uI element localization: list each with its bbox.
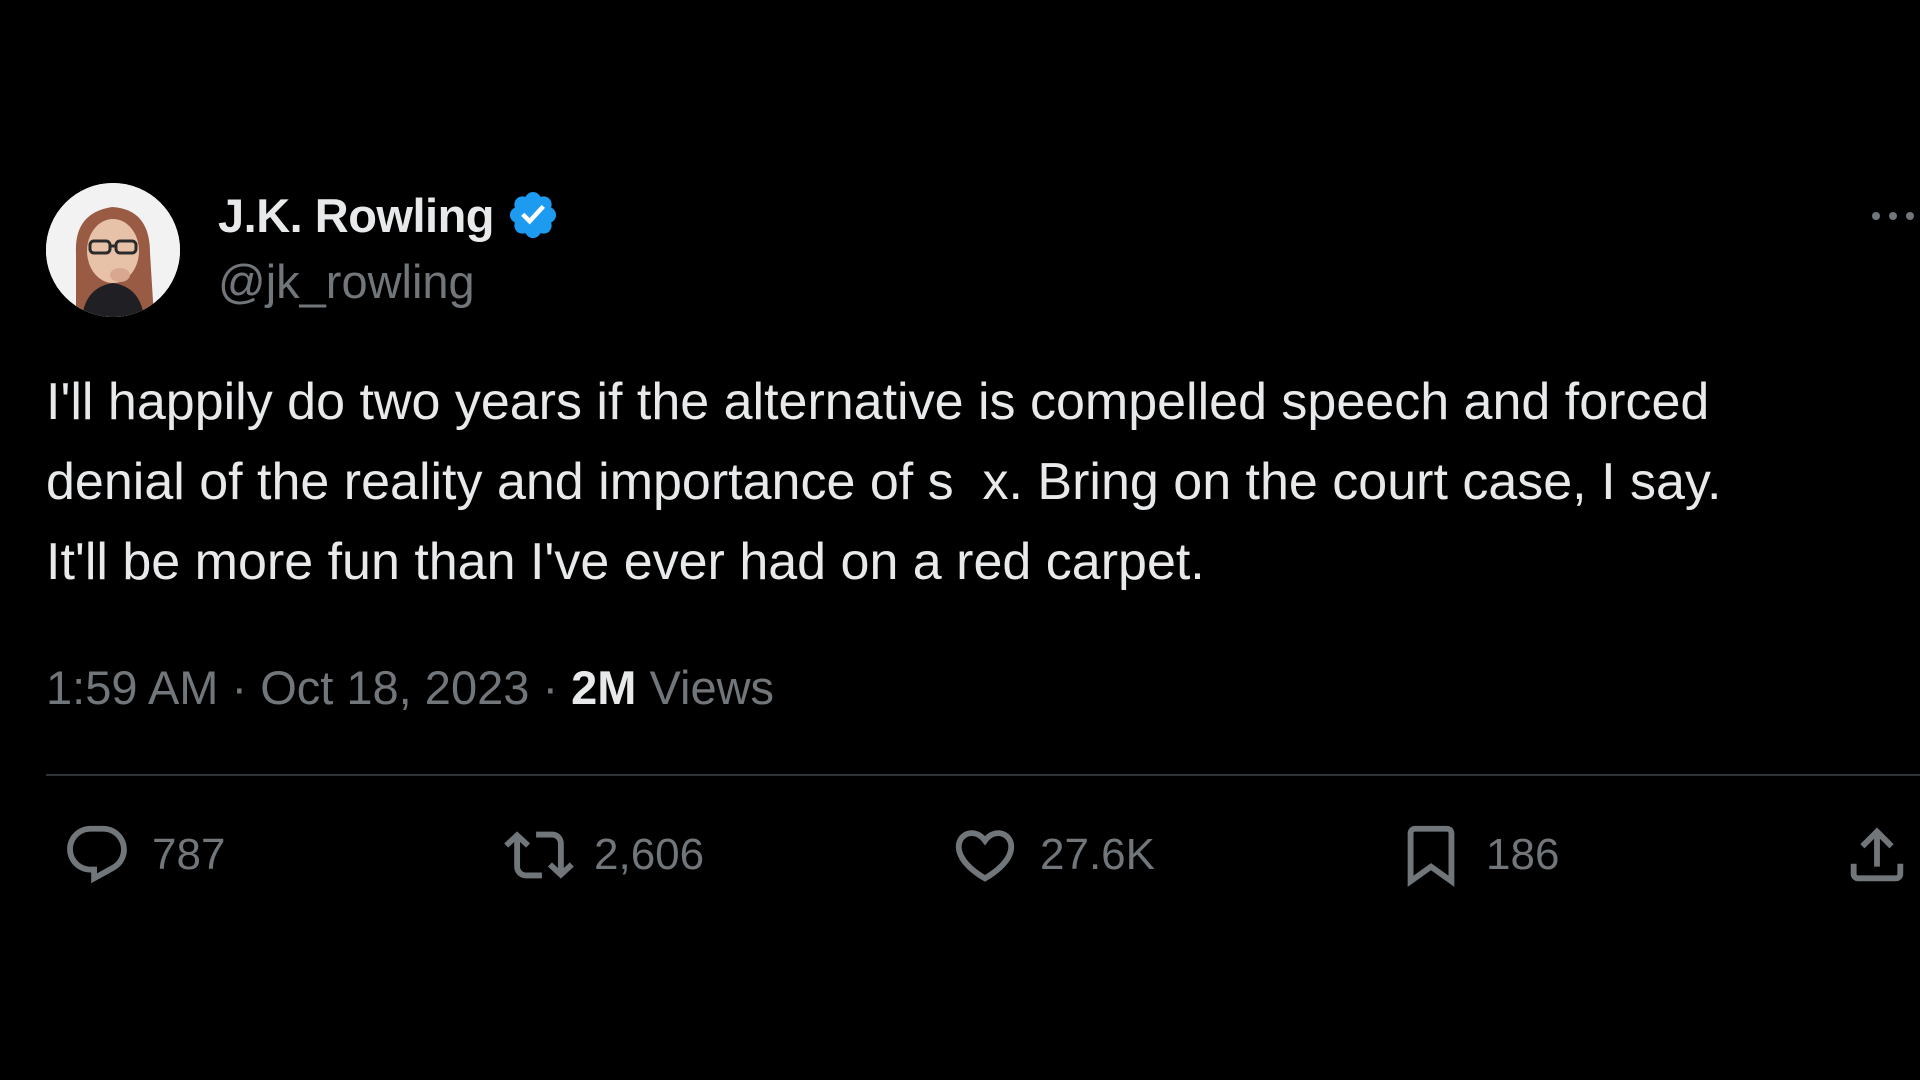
tweet-text-line: I'll happily do two years if the alterna… xyxy=(46,373,1710,431)
tweet-time[interactable]: 1:59 AM xyxy=(46,661,218,714)
bookmark-button[interactable]: 186 xyxy=(1396,820,1559,890)
share-icon xyxy=(1842,820,1912,890)
meta-separator: · xyxy=(542,661,572,714)
reply-button[interactable]: 787 xyxy=(62,820,225,890)
avatar-image xyxy=(46,183,180,317)
tweet-text: I'll happily do two years if the alterna… xyxy=(46,362,1920,602)
author-name-row: J.K. Rowling xyxy=(218,186,560,244)
more-dot xyxy=(1872,212,1880,220)
more-options-icon[interactable] xyxy=(1872,196,1920,236)
tweet-date[interactable]: Oct 18, 2023 xyxy=(260,661,529,714)
more-dot xyxy=(1889,212,1897,220)
tweet-meta: 1:59 AM · Oct 18, 2023 · 2M Views xyxy=(46,658,774,718)
views-label: Views xyxy=(649,661,775,714)
heart-icon xyxy=(950,820,1020,890)
tweet-text-line: It'll be more fun than I've ever had on … xyxy=(46,533,1205,591)
divider xyxy=(46,774,1920,776)
retweet-count: 2,606 xyxy=(594,830,705,879)
reply-icon xyxy=(62,820,132,890)
bookmark-icon xyxy=(1396,820,1466,890)
author-handle[interactable]: @jk_rowling xyxy=(218,254,475,309)
tweet-detail: J.K. Rowling @jk_rowling I'll happily do… xyxy=(0,0,1920,1080)
retweet-icon xyxy=(504,820,574,890)
meta-separator: · xyxy=(231,661,261,714)
verified-badge-icon[interactable] xyxy=(506,188,560,242)
views-count: 2M xyxy=(571,661,637,714)
display-name[interactable]: J.K. Rowling xyxy=(218,188,495,243)
share-button[interactable] xyxy=(1842,820,1912,890)
reply-count: 787 xyxy=(152,830,226,879)
avatar[interactable] xyxy=(46,183,180,317)
retweet-button[interactable]: 2,606 xyxy=(504,820,704,890)
tweet-text-line: denial of the reality and importance of … xyxy=(46,453,1722,511)
more-dot xyxy=(1906,212,1914,220)
bookmark-count: 186 xyxy=(1486,830,1560,879)
like-button[interactable]: 27.6K xyxy=(950,820,1155,890)
like-count: 27.6K xyxy=(1040,830,1155,879)
